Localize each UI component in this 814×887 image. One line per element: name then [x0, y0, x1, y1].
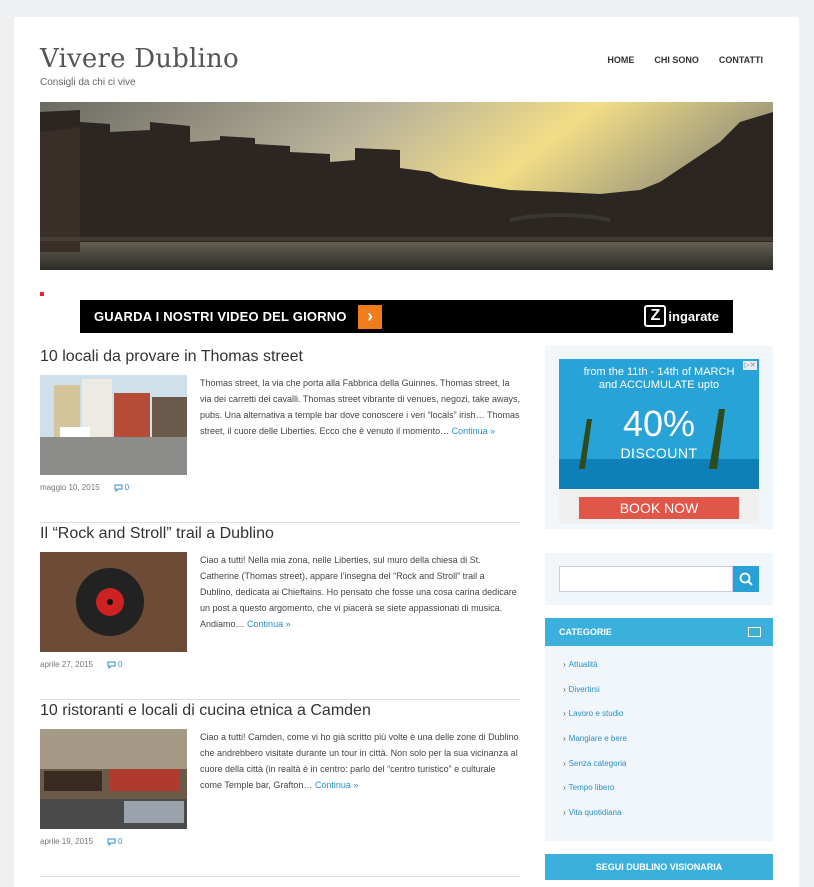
search-widget: [545, 553, 773, 605]
chevron-right-icon: ›: [563, 709, 566, 719]
category-item[interactable]: › Divertirsi: [563, 685, 755, 710]
zingarate-logo-text: ingarate: [668, 308, 719, 324]
folder-icon: [748, 627, 761, 637]
comment-icon: [107, 838, 116, 846]
comment-count: 0: [117, 837, 123, 846]
post-thumbnail[interactable]: [40, 375, 187, 475]
comment-count: 0: [117, 660, 123, 669]
nav-home[interactable]: HOME: [607, 55, 634, 65]
site-title[interactable]: Vivere Dublino: [40, 44, 239, 74]
category-label: Attualità: [568, 660, 598, 669]
category-label: Divertirsi: [568, 684, 600, 694]
post-date: maggio 10, 2015: [40, 483, 100, 492]
read-more-link[interactable]: Continua »: [452, 426, 496, 436]
nav-contatti[interactable]: CONTATTI: [719, 55, 763, 65]
search-input[interactable]: [559, 566, 733, 592]
categories-header: CATEGORIE: [545, 618, 773, 646]
post-meta: aprile 19, 2015 0: [40, 837, 122, 846]
category-label: Senza categoria: [568, 758, 627, 768]
post-date: aprile 19, 2015: [40, 837, 93, 846]
post-meta: maggio 10, 2015 0: [40, 483, 129, 492]
zingarate-logo[interactable]: Z ingarate: [644, 305, 719, 327]
category-label: Lavoro e studio: [568, 709, 624, 719]
category-item[interactable]: › Mangiare e bere: [563, 734, 755, 759]
arrow-right-icon[interactable]: ›: [358, 305, 382, 329]
main-nav: HOME CHI SONO CONTATTI: [607, 55, 763, 65]
follow-header: SEGUI DUBLINO VISIONARIA: [545, 854, 773, 880]
category-label: Tempo libero: [568, 783, 615, 793]
comment-icon: [107, 661, 116, 669]
sidebar-ad: from the 11th - 14th of MARCH and ACCUMU…: [545, 346, 773, 529]
search-button[interactable]: [733, 566, 759, 592]
red-marker: [40, 292, 44, 296]
post-title[interactable]: 10 ristoranti e locali di cucina etnica …: [40, 702, 371, 720]
category-label: Mangiare e bere: [568, 734, 627, 744]
ad-banner[interactable]: from the 11th - 14th of MARCH and ACCUMU…: [559, 359, 759, 524]
page: Vivere Dublino Consigli da chi ci vive H…: [14, 17, 799, 887]
ad-line2: and ACCUMULATE upto: [598, 379, 720, 391]
post-comments[interactable]: 0: [107, 660, 122, 669]
read-more-link[interactable]: Continua »: [315, 780, 359, 790]
zingarate-logo-mark: Z: [644, 305, 667, 327]
post-comments[interactable]: 0: [107, 837, 122, 846]
ad-discount: DISCOUNT: [620, 445, 698, 461]
chevron-right-icon: ›: [563, 758, 566, 768]
post-excerpt: Thomas street, la via che porta alla Fab…: [200, 375, 520, 439]
chevron-right-icon: ›: [563, 660, 566, 669]
chevron-right-icon: ›: [563, 734, 566, 744]
post-excerpt: Ciao a tutti! Nella mia zona, nelle Libe…: [200, 552, 520, 632]
post-excerpt-text: Ciao a tutti! Camden, come vi ho già scr…: [200, 732, 519, 790]
comment-count: 0: [124, 483, 130, 492]
category-item[interactable]: › Senza categoria: [563, 759, 755, 784]
post: Il “Rock and Stroll” trail a Dublino Cia…: [40, 523, 520, 700]
post: 10 locali da provare in Thomas street Th…: [40, 346, 520, 523]
site-description: Consigli da chi ci vive: [40, 77, 136, 88]
comment-icon: [114, 484, 123, 492]
post-excerpt-text: Ciao a tutti! Nella mia zona, nelle Libe…: [200, 555, 517, 629]
post-meta: aprile 27, 2015 0: [40, 660, 122, 669]
category-item[interactable]: › Attualità: [563, 660, 755, 685]
ad-headline: from the 11th - 14th of MARCH and ACCUMU…: [559, 366, 759, 392]
search-icon: [739, 572, 753, 586]
categories-list: › Attualità › Divertirsi › Lavoro e studio …: [545, 646, 773, 841]
categories-title: CATEGORIE: [559, 627, 612, 637]
read-more-link[interactable]: Continua »: [247, 619, 291, 629]
ad-percent: 40%: [622, 403, 696, 444]
header-image: [40, 102, 773, 270]
video-banner[interactable]: GUARDA I NOSTRI VIDEO DEL GIORNO › Z ing…: [80, 300, 733, 333]
post: 10 ristoranti e locali di cucina etnica …: [40, 700, 520, 877]
post-date: aprile 27, 2015: [40, 660, 93, 669]
banner-text: GUARDA I NOSTRI VIDEO DEL GIORNO: [94, 309, 347, 324]
post-thumbnail[interactable]: [40, 552, 187, 652]
post-title[interactable]: Il “Rock and Stroll” trail a Dublino: [40, 525, 274, 543]
chevron-right-icon: ›: [563, 808, 566, 818]
category-item[interactable]: › Tempo libero: [563, 783, 755, 808]
post-list: 10 locali da provare in Thomas street Th…: [40, 346, 520, 877]
ad-close-icon[interactable]: ▷✕: [743, 361, 757, 370]
nav-chi-sono[interactable]: CHI SONO: [654, 55, 699, 65]
post-comments[interactable]: 0: [114, 483, 129, 492]
book-now-button[interactable]: BOOK NOW: [579, 497, 739, 519]
ad-line1: from the 11th - 14th of MARCH: [583, 366, 735, 378]
post-excerpt: Ciao a tutti! Camden, come vi ho già scr…: [200, 729, 520, 793]
post-thumbnail[interactable]: [40, 729, 187, 829]
category-item[interactable]: › Lavoro e studio: [563, 709, 755, 734]
category-item[interactable]: › Vita quotidiana: [563, 808, 755, 833]
category-label: Vita quotidiana: [568, 808, 622, 818]
chevron-right-icon: ›: [563, 684, 566, 694]
post-title[interactable]: 10 locali da provare in Thomas street: [40, 348, 303, 366]
chevron-right-icon: ›: [563, 783, 566, 793]
